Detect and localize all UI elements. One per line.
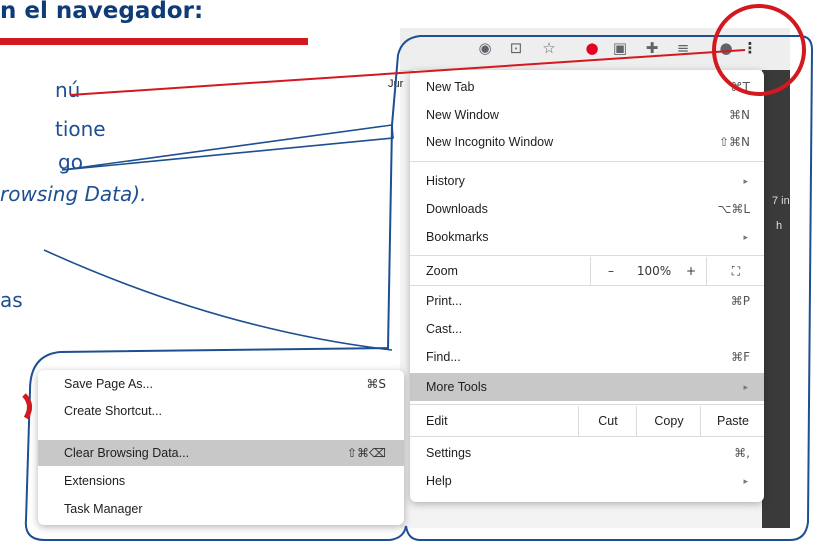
zoom-level: 100% bbox=[636, 264, 672, 278]
dark-page-strip: 7 in h bbox=[762, 70, 790, 528]
menu-item-label: Bookmarks bbox=[426, 230, 489, 244]
browser-toolbar: ◉ ⊡ ☆ ● ▣ ✚ ≡ ● ⋮ bbox=[400, 28, 790, 71]
menu-item-label: Zoom bbox=[426, 264, 458, 278]
menu-item-label: New Window bbox=[426, 108, 499, 122]
menu-item-label: Cast... bbox=[426, 322, 463, 336]
menu-item-edit: Edit Cut Copy Paste bbox=[410, 406, 764, 436]
instruction-line: go bbox=[58, 150, 83, 174]
submenu-item-create-shortcut[interactable]: Create Shortcut... bbox=[38, 398, 404, 424]
heading-underline bbox=[0, 38, 308, 45]
red-accent-mark bbox=[22, 393, 32, 420]
menu-item-label: Find... bbox=[426, 350, 461, 364]
chevron-right-icon: ▸ bbox=[743, 176, 748, 186]
menu-separator bbox=[410, 255, 764, 256]
zoom-out-button[interactable]: – bbox=[590, 257, 631, 285]
menu-item-label: Settings bbox=[426, 446, 472, 460]
menu-item-label: New Tab bbox=[426, 80, 475, 94]
bookmark-star-icon[interactable]: ☆ bbox=[539, 38, 559, 58]
page-text-fragment: Jur bbox=[388, 78, 404, 90]
page-text-fragment: h bbox=[776, 220, 783, 232]
paste-button[interactable]: Paste bbox=[700, 406, 765, 436]
submenu-item-label: Save Page As... bbox=[64, 377, 153, 391]
menu-item-help[interactable]: Help ▸ bbox=[410, 468, 764, 494]
page-heading: n el navegador: bbox=[0, 0, 204, 24]
menu-item-label: History bbox=[426, 174, 465, 188]
instruction-line: rowsing Data). bbox=[0, 182, 147, 206]
menu-item-zoom: Zoom – 100% + ⛶ bbox=[410, 257, 764, 285]
menu-item-settings[interactable]: Settings ⌘, bbox=[410, 440, 764, 466]
menu-item-label: Downloads bbox=[426, 202, 488, 216]
more-tools-submenu: Save Page As... ⌘S Create Shortcut... Cl… bbox=[38, 370, 404, 525]
instruction-line: tione bbox=[55, 117, 106, 141]
menu-item-label: Help bbox=[426, 474, 452, 488]
cut-button[interactable]: Cut bbox=[578, 406, 637, 436]
shortcut-label: ⌘P bbox=[730, 294, 750, 308]
instruction-line: as bbox=[0, 288, 23, 312]
menu-item-label: More Tools bbox=[426, 380, 487, 394]
copy-button[interactable]: Copy bbox=[636, 406, 701, 436]
menu-item-find[interactable]: Find... ⌘F bbox=[410, 344, 764, 370]
page-text-fragment: 7 in bbox=[772, 195, 790, 207]
instruction-line: nú bbox=[55, 78, 81, 102]
submenu-item-label: Clear Browsing Data... bbox=[64, 446, 190, 460]
cast-icon[interactable]: ▣ bbox=[610, 38, 630, 58]
pointer-line bbox=[61, 124, 394, 171]
chevron-right-icon: ▸ bbox=[743, 382, 748, 392]
menu-separator bbox=[410, 404, 764, 405]
submenu-item-label: Create Shortcut... bbox=[64, 404, 162, 418]
zoom-in-button[interactable]: + bbox=[678, 257, 704, 285]
menu-item-cast[interactable]: Cast... bbox=[410, 316, 764, 342]
shortcut-label: ⌘T bbox=[730, 80, 750, 94]
menu-item-new-tab[interactable]: New Tab ⌘T bbox=[410, 74, 764, 100]
chevron-right-icon: ▸ bbox=[743, 232, 748, 242]
shortcut-label: ⌘, bbox=[734, 446, 750, 460]
menu-item-more-tools[interactable]: More Tools ▸ bbox=[410, 373, 764, 401]
shortcut-label: ⇧⌘⌫ bbox=[346, 446, 386, 460]
submenu-item-clear-browsing-data[interactable]: Clear Browsing Data... ⇧⌘⌫ bbox=[38, 440, 404, 466]
shortcut-label: ⌘F bbox=[731, 350, 750, 364]
puzzle-icon[interactable]: ✚ bbox=[642, 38, 662, 58]
menu-item-new-window[interactable]: New Window ⌘N bbox=[410, 102, 764, 128]
submenu-item-label: Task Manager bbox=[64, 502, 143, 516]
menu-item-label: Edit bbox=[426, 414, 448, 428]
menu-item-label: New Incognito Window bbox=[426, 135, 554, 149]
profile-icon[interactable]: ● bbox=[716, 38, 736, 58]
menu-item-print[interactable]: Print... ⌘P bbox=[410, 288, 764, 314]
menu-item-bookmarks[interactable]: Bookmarks ▸ bbox=[410, 224, 764, 250]
chrome-main-menu: New Tab ⌘T New Window ⌘N New Incognito W… bbox=[410, 70, 764, 502]
submenu-item-extensions[interactable]: Extensions bbox=[38, 468, 404, 494]
shortcut-label: ⇧⌘N bbox=[718, 135, 750, 149]
chevron-right-icon: ▸ bbox=[743, 476, 748, 486]
kebab-menu-icon[interactable]: ⋮ bbox=[740, 38, 760, 58]
menu-separator bbox=[410, 285, 764, 286]
menu-item-label: Print... bbox=[426, 294, 463, 308]
shortcut-label: ⌘S bbox=[366, 377, 386, 391]
translate-icon[interactable]: ⊡ bbox=[506, 38, 526, 58]
shortcut-label: ⌥⌘L bbox=[717, 202, 750, 216]
fullscreen-icon[interactable]: ⛶ bbox=[706, 257, 765, 285]
submenu-item-task-manager[interactable]: Task Manager bbox=[38, 496, 404, 522]
shortcut-label: ⌘N bbox=[729, 108, 750, 122]
pointer-line bbox=[43, 249, 393, 351]
menu-item-new-incognito[interactable]: New Incognito Window ⇧⌘N bbox=[410, 129, 764, 155]
extension-icon[interactable]: ◉ bbox=[475, 38, 495, 58]
reading-list-icon[interactable]: ≡ bbox=[673, 38, 693, 58]
menu-item-downloads[interactable]: Downloads ⌥⌘L bbox=[410, 196, 764, 222]
submenu-item-save-page[interactable]: Save Page As... ⌘S bbox=[38, 371, 404, 397]
menu-separator bbox=[410, 436, 764, 437]
menu-separator bbox=[410, 161, 764, 162]
pinterest-icon[interactable]: ● bbox=[582, 38, 602, 58]
submenu-item-label: Extensions bbox=[64, 474, 126, 488]
menu-item-history[interactable]: History ▸ bbox=[410, 168, 764, 194]
